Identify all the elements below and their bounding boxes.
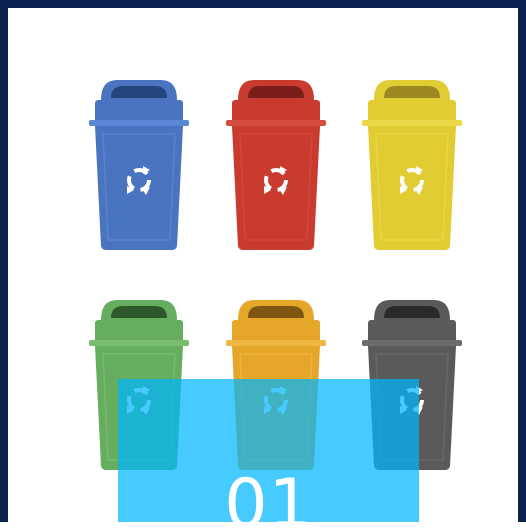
overlay-box: 01: [118, 379, 419, 522]
overlay-number: 01: [224, 465, 313, 523]
bin-blue: [89, 80, 189, 250]
bin-red: [226, 80, 326, 250]
bin-yellow: [362, 80, 462, 250]
